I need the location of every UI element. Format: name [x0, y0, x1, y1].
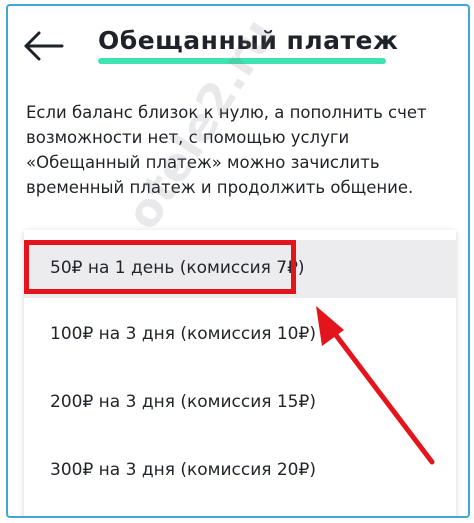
option-200[interactable]: 200₽ на 3 дня (комиссия 15₽)	[24, 374, 456, 432]
service-description: Если баланс близок к нулю, а пополнить с…	[26, 103, 427, 197]
arrow-left-icon	[24, 31, 64, 61]
back-button[interactable]	[22, 30, 64, 62]
option-label: 100₽ на 3 дня (комиссия 10₽)	[50, 324, 316, 344]
page-title: Обещанный платеж	[98, 26, 399, 55]
option-label: 300₽ на 3 дня (комиссия 20₽)	[50, 460, 316, 480]
highlight-box	[24, 240, 296, 294]
option-300[interactable]: 300₽ на 3 дня (комиссия 20₽)	[24, 442, 456, 500]
title-underline	[98, 58, 386, 64]
option-label: 200₽ на 3 дня (комиссия 15₽)	[50, 392, 316, 412]
app-header: Обещанный платеж	[8, 6, 468, 84]
option-100[interactable]: 100₽ на 3 дня (комиссия 10₽)	[24, 306, 456, 364]
